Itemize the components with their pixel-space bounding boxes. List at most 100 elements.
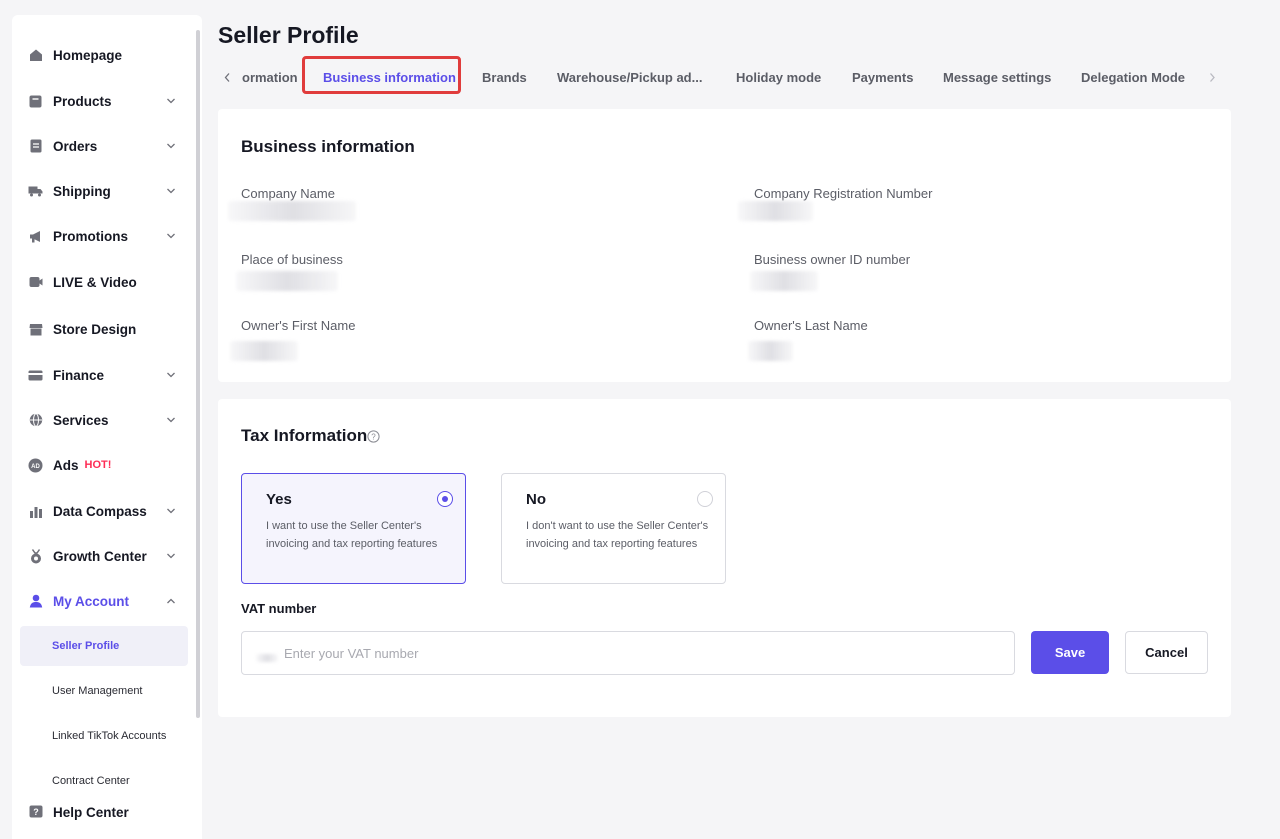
- svg-text:?: ?: [33, 807, 39, 817]
- page-title: Seller Profile: [218, 22, 359, 48]
- company-registration-label: Company Registration Number: [754, 186, 933, 201]
- tab-brands[interactable]: Brands: [482, 58, 527, 96]
- chevron-down-icon: [167, 188, 175, 194]
- chevron-left-icon[interactable]: [220, 70, 234, 84]
- sidebar-item-homepage[interactable]: Homepage: [12, 37, 202, 73]
- sidebar-item-label: Homepage: [53, 47, 123, 63]
- chevron-down-icon: [167, 508, 175, 514]
- tax-option-yes[interactable]: Yes I want to use the Seller Center's in…: [241, 473, 466, 584]
- sidebar-item-finance[interactable]: Finance: [12, 357, 202, 393]
- cancel-button[interactable]: Cancel: [1125, 631, 1208, 674]
- video-icon: [28, 275, 43, 290]
- orders-icon: [28, 139, 43, 154]
- card-icon: [28, 368, 43, 383]
- sidebar-item-label: Ads: [53, 457, 79, 473]
- globe-icon: [28, 413, 43, 428]
- sidebar-scrollbar[interactable]: [196, 30, 200, 718]
- ad-icon: AD: [28, 458, 43, 473]
- owner-first-name-label: Owner's First Name: [241, 318, 356, 333]
- home-icon: [28, 48, 43, 63]
- sidebar-item-label: Promotions: [53, 228, 129, 244]
- products-icon: [28, 94, 43, 109]
- sidebar-subitem-seller-profile[interactable]: Seller Profile: [20, 626, 188, 666]
- tab-warehouse-pickup[interactable]: Warehouse/Pickup ad...: [557, 58, 702, 96]
- vat-number-label: VAT number: [241, 601, 317, 616]
- company-name-label: Company Name: [241, 186, 335, 201]
- sidebar-item-orders[interactable]: Orders: [12, 128, 202, 164]
- chevron-down-icon: [167, 233, 175, 239]
- owner-id-label: Business owner ID number: [754, 252, 911, 267]
- sidebar-item-label: Store Design: [53, 321, 137, 337]
- tab-delegation-mode[interactable]: Delegation Mode: [1081, 58, 1185, 96]
- chevron-up-icon: [167, 598, 175, 604]
- sidebar-item-label: Growth Center: [53, 548, 147, 564]
- user-icon: [28, 594, 43, 609]
- sidebar-item-shipping[interactable]: Shipping: [12, 173, 202, 209]
- store-icon: [28, 322, 43, 337]
- company-name-value-redacted: [228, 201, 356, 221]
- owner-last-name-label: Owner's Last Name: [754, 318, 868, 333]
- radio-selected[interactable]: [437, 491, 453, 507]
- tax-option-no-description: I don't want to use the Seller Center's …: [526, 520, 709, 550]
- sidebar-item-promotions[interactable]: Promotions: [12, 218, 202, 254]
- sidebar-item-live-video[interactable]: LIVE & Video: [12, 264, 202, 300]
- sidebar-item-label: Finance: [53, 367, 105, 383]
- sidebar-item-store-design[interactable]: Store Design: [12, 311, 202, 347]
- megaphone-icon: [28, 229, 43, 244]
- tab-business-information[interactable]: Business information: [323, 58, 456, 96]
- medal-icon: [28, 548, 43, 564]
- tax-info-card: Tax Information ? Yes I want to use the …: [218, 399, 1231, 717]
- help-icon: ?: [28, 805, 43, 820]
- sidebar-item-data-compass[interactable]: Data Compass: [12, 493, 202, 529]
- tab-bar: ormation Business information Brands War…: [218, 56, 1230, 98]
- sidebar-item-label: Data Compass: [53, 503, 147, 519]
- place-of-business-value-redacted: [236, 271, 338, 291]
- sidebar-item-label: My Account: [53, 593, 130, 609]
- owner-id-value-redacted: [750, 271, 818, 291]
- vat-prefix-redacted: [256, 654, 278, 662]
- place-of-business-label: Place of business: [241, 252, 343, 267]
- chart-icon: [28, 504, 43, 519]
- tab-holiday-mode[interactable]: Holiday mode: [736, 58, 821, 96]
- sidebar-item-ads[interactable]: AD Ads HOT!: [12, 447, 202, 483]
- hot-badge: HOT!: [84, 459, 112, 471]
- sidebar-item-services[interactable]: Services: [12, 402, 202, 438]
- chevron-down-icon: [167, 553, 175, 559]
- sidebar-item-growth-center[interactable]: Growth Center: [12, 538, 202, 574]
- svg-text:?: ?: [371, 432, 376, 441]
- tax-option-no[interactable]: No I don't want to use the Seller Center…: [501, 473, 726, 584]
- svg-text:AD: AD: [31, 464, 40, 470]
- sidebar-item-help-center[interactable]: ? Help Center: [12, 794, 202, 830]
- vat-number-input[interactable]: [241, 631, 1015, 675]
- sidebar-item-label: Help Center: [53, 804, 129, 820]
- save-button[interactable]: Save: [1031, 631, 1109, 674]
- tax-info-title: Tax Information: [241, 426, 368, 445]
- chevron-down-icon: [167, 417, 175, 423]
- help-circle-icon[interactable]: ?: [367, 430, 380, 443]
- chevron-down-icon: [167, 143, 175, 149]
- sidebar-item-label: Services: [53, 412, 109, 428]
- chevron-down-icon: [167, 372, 175, 378]
- owner-first-name-value-redacted: [230, 341, 298, 361]
- radio-unselected[interactable]: [697, 491, 713, 507]
- company-registration-value-redacted: [738, 201, 813, 221]
- tab-seller-information[interactable]: ormation: [242, 58, 298, 96]
- truck-icon: [28, 184, 43, 199]
- sidebar-subitem-linked-tiktok-accounts[interactable]: Linked TikTok Accounts: [20, 716, 188, 756]
- tax-option-no-title: No: [526, 491, 546, 508]
- business-info-card: Business information Company Name Compan…: [218, 109, 1231, 382]
- tax-option-yes-title: Yes: [266, 491, 292, 508]
- sidebar: Homepage Products Orders Shipping Promot…: [12, 15, 202, 839]
- sidebar-subitem-user-management[interactable]: User Management: [20, 671, 188, 711]
- sidebar-item-label: Products: [53, 93, 112, 109]
- chevron-down-icon: [167, 98, 175, 104]
- sidebar-item-label: Shipping: [53, 183, 111, 199]
- sidebar-item-label: LIVE & Video: [53, 274, 137, 290]
- business-info-title: Business information: [241, 137, 415, 156]
- sidebar-item-label: Orders: [53, 138, 98, 154]
- sidebar-item-my-account[interactable]: My Account: [12, 583, 202, 619]
- tab-message-settings[interactable]: Message settings: [943, 58, 1051, 96]
- chevron-right-icon[interactable]: [1205, 70, 1219, 84]
- sidebar-item-products[interactable]: Products: [12, 83, 202, 119]
- tab-payments[interactable]: Payments: [852, 58, 913, 96]
